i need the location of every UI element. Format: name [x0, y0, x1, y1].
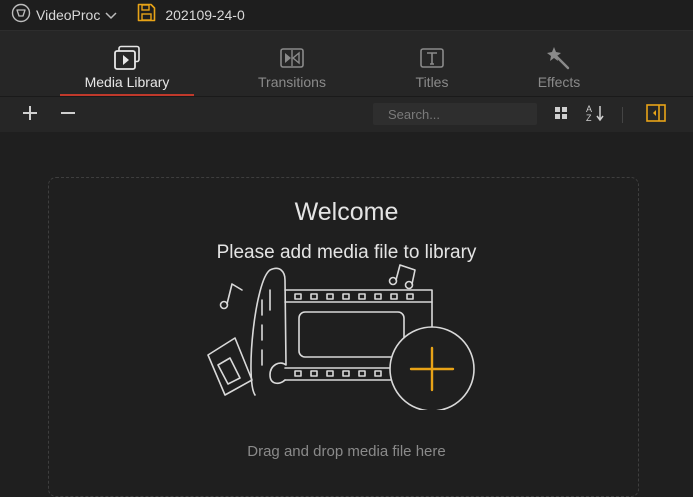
project-info[interactable]: 202109-24-0: [137, 3, 245, 27]
tab-label: Transitions: [258, 74, 326, 90]
tab-label: Effects: [537, 74, 581, 90]
app-menu[interactable]: VideoProc: [11, 3, 117, 28]
add-media-illustration: [200, 260, 490, 415]
collapse-panel-button[interactable]: [644, 103, 668, 127]
sort-az-icon: A Z: [586, 104, 606, 127]
welcome-heading: Welcome: [294, 198, 399, 226]
media-library-icon: [113, 45, 141, 71]
videoproc-logo-icon: [11, 3, 31, 28]
plus-icon: [22, 105, 38, 126]
tab-titles[interactable]: Titles: [365, 31, 499, 97]
sort-button[interactable]: A Z: [584, 103, 608, 127]
app-name: VideoProc: [36, 7, 101, 23]
grid-view-button[interactable]: [549, 103, 573, 127]
toolbar-divider: [622, 107, 623, 123]
collapse-panel-icon: [646, 103, 666, 127]
remove-media-button[interactable]: [56, 103, 80, 127]
media-toolbar: A Z: [0, 96, 693, 132]
save-icon[interactable]: [137, 3, 156, 27]
effects-icon: [546, 45, 572, 71]
project-name: 202109-24-0: [165, 7, 245, 23]
add-media-button[interactable]: [18, 103, 42, 127]
grid-view-icon: [554, 106, 568, 125]
tab-media-library[interactable]: Media Library: [60, 31, 194, 97]
tab-label: Media Library: [84, 74, 170, 90]
drag-drop-hint: Drag and drop media file here: [247, 443, 446, 460]
tab-label: Titles: [415, 74, 449, 90]
svg-text:Z: Z: [586, 113, 592, 122]
title-bar: VideoProc 202109-24-0: [0, 0, 693, 30]
minus-icon: [60, 105, 76, 126]
tab-transitions[interactable]: Transitions: [225, 31, 359, 97]
library-tabs: Media Library Transitions Titles Effects: [0, 30, 693, 96]
transitions-icon: [279, 45, 305, 71]
chevron-down-icon: [105, 7, 117, 25]
media-library-panel: Welcome Please add media file to library: [0, 132, 693, 497]
titles-icon: [419, 45, 445, 71]
search-input[interactable]: [373, 103, 537, 125]
tab-effects[interactable]: Effects: [492, 31, 626, 97]
